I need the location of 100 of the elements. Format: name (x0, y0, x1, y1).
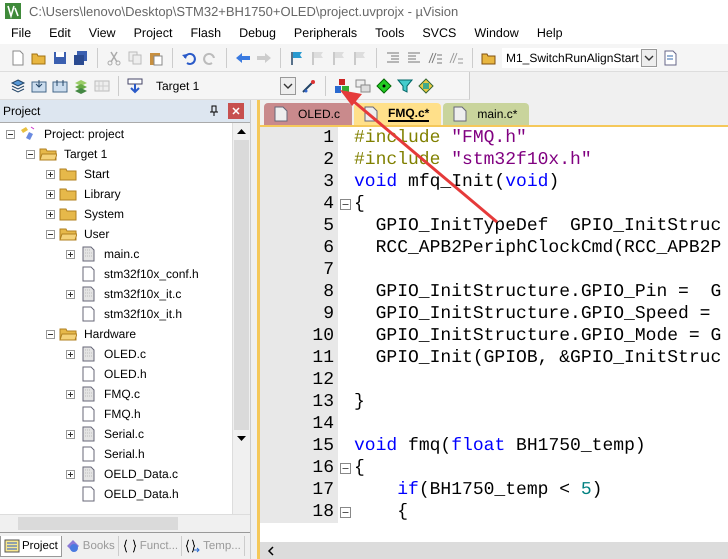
fold-icon[interactable] (340, 462, 350, 474)
menu-item[interactable]: Tools (366, 26, 414, 40)
panel-tab[interactable]: Project (0, 536, 62, 556)
outdent-icon[interactable] (406, 50, 422, 66)
function-dropdown[interactable]: M1_SwitchRunAlignStart (502, 48, 657, 68)
line-number: 1 (260, 127, 338, 149)
menu-item[interactable]: File (2, 26, 40, 40)
menu-item[interactable]: Edit (40, 26, 80, 40)
code-editor[interactable] (260, 125, 728, 559)
braces-icon (122, 538, 138, 554)
expand-icon[interactable] (46, 190, 55, 198)
diamond-icon[interactable] (376, 78, 392, 94)
indent-icon[interactable] (385, 50, 401, 66)
scroll-left-icon[interactable] (266, 544, 276, 556)
tree-item[interactable]: OLED.h (101, 367, 147, 381)
tree-item[interactable]: System (81, 207, 124, 221)
expand-icon[interactable] (46, 170, 55, 178)
tree-item[interactable]: OELD_Data.c (101, 467, 178, 481)
download-icon[interactable] (52, 78, 68, 94)
tree-item[interactable]: FMQ.h (101, 407, 141, 421)
file-tab[interactable]: FMQ.c* (354, 103, 442, 125)
tree-item[interactable]: Serial.c (101, 427, 144, 441)
file-icon (453, 106, 468, 122)
line-number: 7 (260, 259, 338, 281)
expand-icon[interactable] (66, 250, 75, 258)
tree-item[interactable]: Start (81, 167, 110, 181)
load-icon[interactable] (127, 78, 143, 94)
tree-item[interactable]: Project: project (41, 127, 124, 141)
magic-wand-icon[interactable] (301, 78, 317, 94)
tree-item[interactable]: OELD_Data.h (101, 487, 179, 501)
flag-icon[interactable] (289, 50, 305, 66)
tree-item[interactable]: Library (81, 187, 121, 201)
line-number: 10 (260, 325, 338, 347)
line-number: 4 (260, 193, 338, 215)
line-number: 13 (260, 391, 338, 413)
horizontal-scrollbar[interactable] (0, 514, 250, 532)
panel-title: Project (3, 104, 42, 118)
tree-item[interactable]: Serial.h (101, 447, 145, 461)
windows-icon[interactable] (355, 78, 371, 94)
tree-item[interactable]: OLED.c (101, 347, 146, 361)
expand-icon[interactable] (66, 390, 75, 398)
tree-item[interactable]: stm32f10x_conf.h (101, 267, 199, 281)
tree-item[interactable]: Target 1 (61, 147, 108, 161)
document-icon[interactable] (662, 50, 678, 66)
code-line: GPIO_InitStructure.GPIO_Pin = G (374, 282, 722, 302)
menu-item[interactable]: Peripherals (284, 26, 366, 40)
horizontal-scrollbar[interactable] (260, 542, 728, 559)
open-folder-icon (59, 226, 77, 242)
save-icon[interactable] (52, 50, 68, 66)
menu-item[interactable]: Window (465, 26, 528, 40)
menu-item[interactable]: SVCS (413, 26, 466, 40)
download-icon[interactable] (31, 78, 47, 94)
code-line: GPIO_InitTypeDef GPIO_InitStruc (374, 216, 722, 236)
layers-icon[interactable] (73, 78, 89, 94)
collapse-icon[interactable] (46, 230, 55, 238)
close-icon[interactable] (228, 103, 244, 119)
file-icon (274, 106, 288, 122)
new-file-icon[interactable] (10, 50, 26, 66)
pin-icon[interactable] (208, 105, 220, 117)
tree-item[interactable]: User (81, 227, 110, 241)
app-logo-icon (5, 3, 21, 19)
tree-item[interactable]: Hardware (81, 327, 136, 341)
collapse-icon[interactable] (6, 130, 15, 138)
menu-item[interactable]: View (80, 26, 125, 40)
expand-icon[interactable] (46, 210, 55, 218)
blocks-icon[interactable] (334, 78, 350, 94)
expand-icon[interactable] (66, 290, 75, 298)
tree-item[interactable]: stm32f10x_it.c (101, 287, 182, 301)
menu-item[interactable]: Flash (181, 26, 230, 40)
line-number: 11 (260, 347, 338, 369)
menu-item[interactable]: Help (528, 26, 572, 40)
line-number: 14 (260, 413, 338, 435)
project-icon (19, 126, 37, 142)
code-line: GPIO_Init(GPIOB, &GPIO_InitStruc (374, 348, 722, 368)
expand-icon[interactable] (66, 430, 75, 438)
code-line: GPIO_InitStructure.GPIO_Mode = G (374, 326, 722, 346)
collapse-icon[interactable] (26, 150, 35, 158)
chip-icon[interactable] (418, 78, 434, 94)
open-folder-icon (39, 146, 57, 162)
fold-icon[interactable] (340, 198, 350, 210)
line-number: 18 (260, 501, 338, 523)
braces-arrow-icon (185, 538, 202, 554)
menu-item[interactable]: Project (124, 26, 182, 40)
file-tab[interactable]: OLED.c (264, 103, 352, 125)
fold-icon[interactable] (340, 506, 350, 518)
stack-icon[interactable] (10, 78, 26, 94)
save-all-icon[interactable] (73, 50, 89, 66)
file-tab[interactable]: main.c* (443, 103, 530, 125)
tree-item[interactable]: FMQ.c (101, 387, 140, 401)
folder-icon (59, 166, 77, 182)
funnel-icon[interactable] (397, 78, 413, 94)
folder-icon (59, 186, 77, 202)
menu-item[interactable]: Debug (230, 26, 285, 40)
code-line: void fmq(float BH1750_temp) (354, 436, 646, 456)
expand-icon[interactable] (66, 470, 75, 478)
tree-item[interactable]: stm32f10x_it.h (101, 307, 182, 321)
collapse-icon[interactable] (46, 330, 55, 338)
expand-icon[interactable] (66, 350, 75, 358)
vertical-scrollbar[interactable] (232, 123, 250, 514)
tree-item[interactable]: main.c (101, 247, 140, 261)
